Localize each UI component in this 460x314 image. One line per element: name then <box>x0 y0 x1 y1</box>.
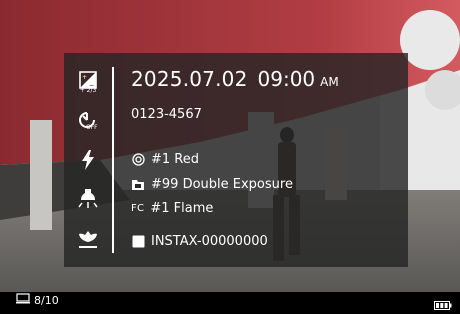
date-time: 2025.07.02 09:00 AM <box>131 67 339 91</box>
time-text: 09:00 <box>257 67 316 91</box>
film-setting-row: #99 Double Exposure <box>131 177 293 192</box>
self-timer-off-label: OFF <box>86 124 98 131</box>
device-name-row: INSTAX-00000000 <box>131 234 268 249</box>
status-bar: 8/10 <box>0 292 460 310</box>
lens-icon <box>131 153 145 167</box>
device-name-label: INSTAX-00000000 <box>151 234 268 249</box>
square-icon <box>131 235 145 249</box>
fc-tag: FC <box>131 203 145 214</box>
macro-icon[interactable] <box>76 227 100 251</box>
lens-setting-label: #1 Red <box>151 152 199 167</box>
print-icon <box>16 293 30 307</box>
exposure-value-label: + 2/3 <box>79 87 97 94</box>
lens-setting-row: #1 Red <box>131 152 199 167</box>
flash-icon[interactable] <box>76 148 100 172</box>
film-folder-icon <box>131 178 145 192</box>
lamp-icon[interactable] <box>76 187 100 211</box>
film-setting-label: #99 Double Exposure <box>151 177 293 192</box>
ampm-text: AM <box>320 75 339 89</box>
battery-full-icon <box>434 295 452 310</box>
filter-setting-row: FC #1 Flame <box>131 201 213 216</box>
shot-count-text: 8/10 <box>34 293 59 307</box>
serial-number: 0123-4567 <box>131 107 202 122</box>
shot-counter: 8/10 <box>16 293 59 307</box>
svg-text:+: + <box>82 74 87 81</box>
overlay-divider <box>112 67 114 253</box>
date-text: 2025.07.02 <box>131 67 248 91</box>
info-overlay-panel: + − + 2/3 OFF 2025.07.02 09:00 AM 0123-4… <box>64 53 408 267</box>
settings-icon-column: + − + 2/3 OFF <box>64 53 112 267</box>
filter-setting-label: #1 Flame <box>150 201 214 216</box>
